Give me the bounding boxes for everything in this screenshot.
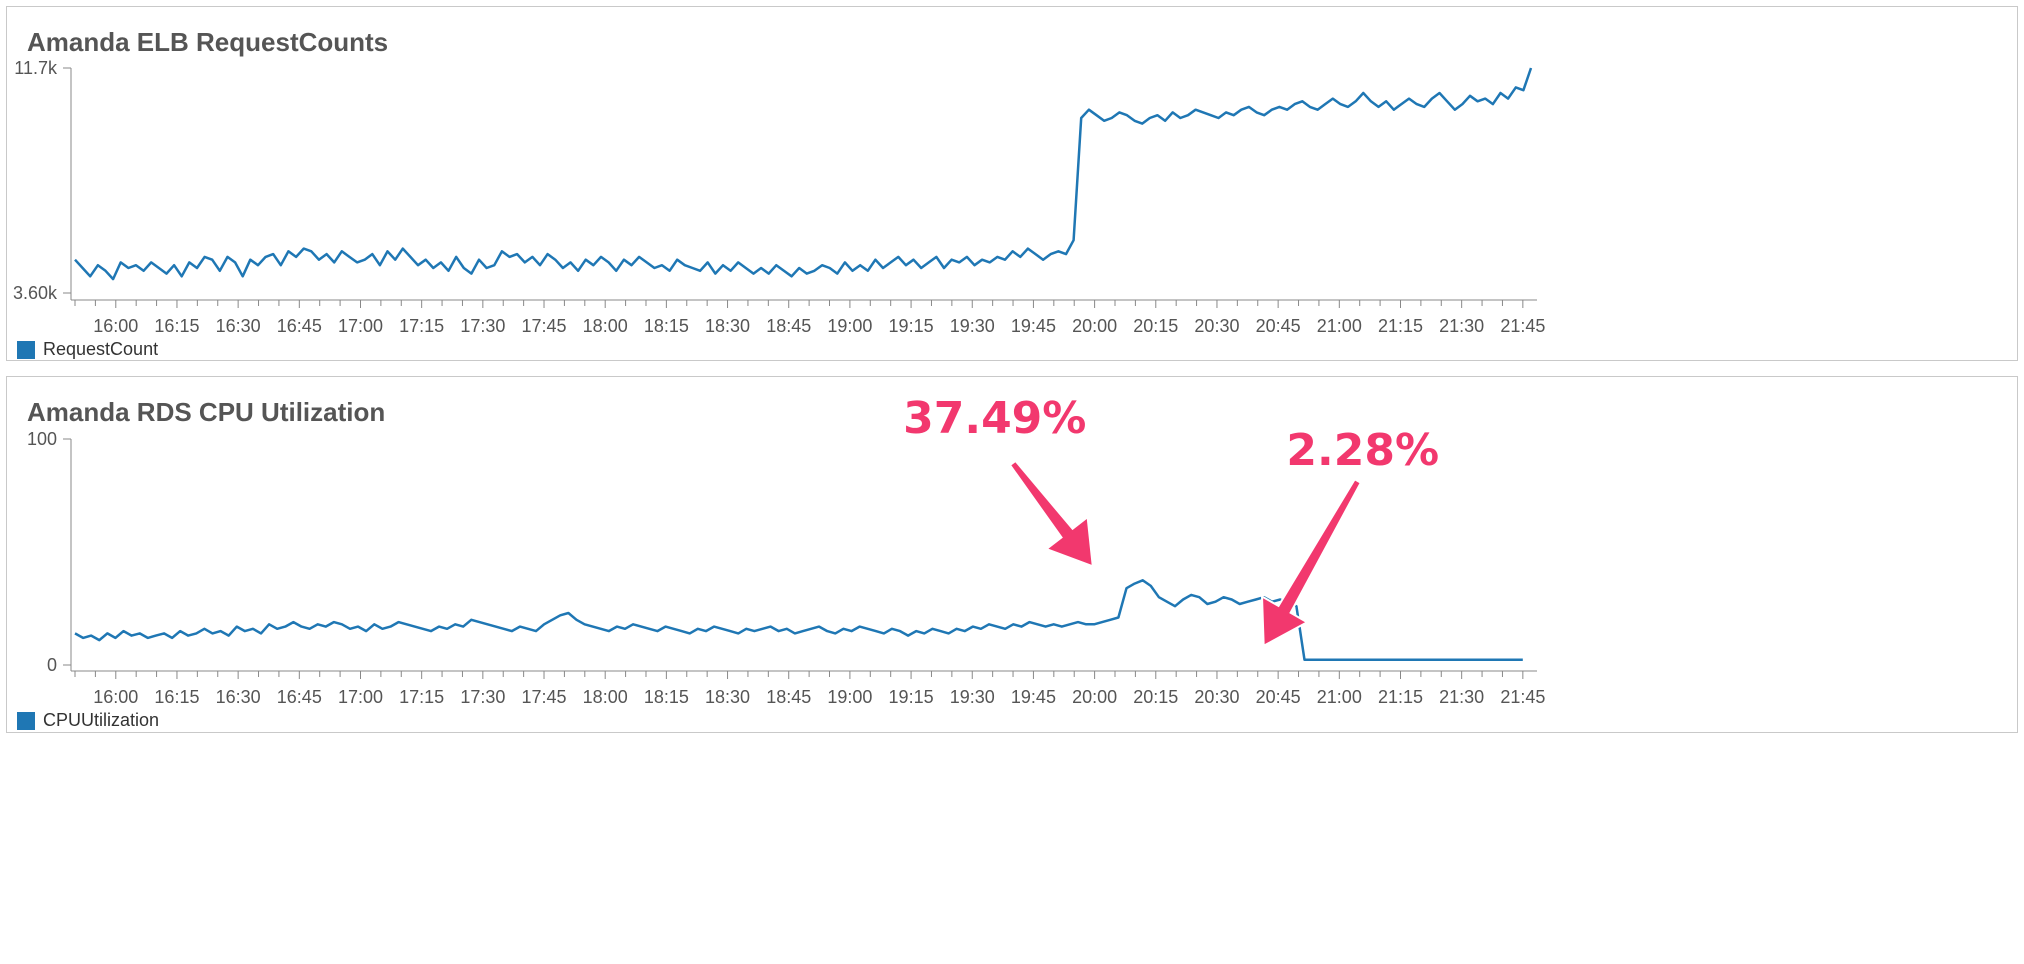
x-tick-label: 17:45	[521, 687, 566, 707]
x-tick-label: 16:00	[93, 687, 138, 707]
legend-swatch	[17, 711, 35, 730]
x-tick-label: 16:15	[154, 687, 199, 707]
elb-chart-panel: Amanda ELB RequestCounts 3.60k 11.7k 16:00…	[6, 6, 2018, 361]
annotation-label: 37.49%	[903, 393, 1086, 444]
y-tick-label: 11.7k	[14, 58, 58, 78]
y-tick-label: 0	[47, 655, 57, 675]
series-line	[74, 67, 1533, 281]
x-tick-label: 16:45	[277, 316, 322, 336]
x-tick-label: 20:15	[1133, 316, 1178, 336]
y-tick-label: 3.60k	[13, 283, 58, 303]
x-tick-label: 20:30	[1194, 687, 1239, 707]
x-tick-label: 20:15	[1133, 687, 1178, 707]
series-line	[74, 579, 1523, 662]
x-tick-label: 19:45	[1011, 316, 1056, 336]
x-tick-label: 20:00	[1072, 316, 1117, 336]
x-tick-label: 19:00	[827, 687, 872, 707]
x-tick-label: 19:45	[1011, 687, 1056, 707]
x-tick-label: 20:45	[1256, 687, 1301, 707]
x-tick-label: 17:15	[399, 687, 444, 707]
rds-chart-panel: Amanda RDS CPU Utilization 0 100 16:00 16:1…	[6, 376, 2018, 733]
x-tick-label: 21:15	[1378, 316, 1423, 336]
x-tick-label: 19:30	[950, 316, 995, 336]
legend[interactable]: RequestCount	[17, 339, 158, 360]
x-tick-label: 20:30	[1194, 316, 1239, 336]
x-tick-label: 17:30	[460, 316, 505, 336]
x-tick-label: 16:45	[277, 687, 322, 707]
x-tick-label: 19:30	[950, 687, 995, 707]
x-tick-label: 20:45	[1256, 316, 1301, 336]
x-tick-label: 16:00	[93, 316, 138, 336]
annotation-arrow	[1008, 459, 1094, 568]
legend-swatch	[17, 340, 35, 359]
x-tick-label: 21:30	[1439, 687, 1484, 707]
x-tick-label: 19:00	[827, 316, 872, 336]
x-tick-label: 18:00	[583, 687, 628, 707]
x-tick-label: 17:30	[460, 687, 505, 707]
x-tick-label: 21:45	[1500, 687, 1545, 707]
x-tick-label: 21:30	[1439, 316, 1484, 336]
x-tick-label: 21:15	[1378, 687, 1423, 707]
x-tick-label: 19:15	[889, 687, 934, 707]
x-tick-label: 21:00	[1317, 687, 1362, 707]
annotation-arrow	[1260, 477, 1363, 648]
x-tick-label: 18:15	[644, 687, 689, 707]
x-tick-label: 16:30	[216, 316, 261, 336]
rds-plot: 0 100 16:00 16:15 16:30 16:45 17:00 17:15 17:30 1…	[27, 390, 1545, 707]
x-tick-label: 16:15	[154, 316, 199, 336]
legend[interactable]: CPUUtilization	[17, 710, 159, 731]
elb-plot: 3.60k 11.7k 16:00 16:15 16:30 16:45 17:00 17:15…	[13, 58, 1545, 336]
x-tick-label: 21:00	[1317, 316, 1362, 336]
legend-label: CPUUtilization	[43, 710, 160, 730]
x-tick-label: 20:00	[1072, 687, 1117, 707]
y-tick-label: 100	[27, 429, 57, 449]
x-tick-label: 17:45	[521, 316, 566, 336]
x-tick-label: 18:15	[644, 316, 689, 336]
x-tick-label: 18:45	[766, 316, 811, 336]
x-tick-label: 17:00	[338, 687, 383, 707]
x-tick-label: 18:30	[705, 687, 750, 707]
x-tick-label: 17:15	[399, 316, 444, 336]
x-tick-label: 21:45	[1500, 316, 1545, 336]
x-tick-label: 19:15	[889, 316, 934, 336]
x-tick-label: 17:00	[338, 316, 383, 336]
x-tick-label: 16:30	[216, 687, 261, 707]
annotation-label: 2.28%	[1286, 425, 1439, 476]
x-tick-label: 18:30	[705, 316, 750, 336]
legend-label: RequestCount	[43, 339, 159, 359]
x-tick-label: 18:00	[583, 316, 628, 336]
x-tick-label: 18:45	[766, 687, 811, 707]
